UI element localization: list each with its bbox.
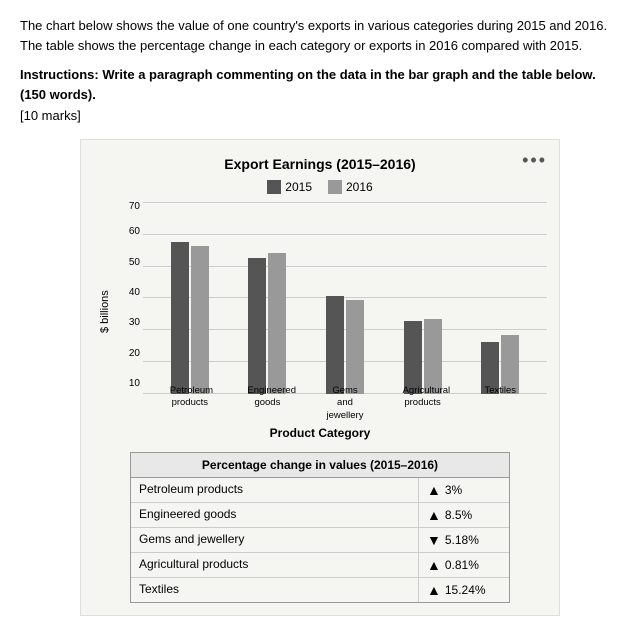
legend-box-2015: [267, 180, 281, 194]
value-gems: 5.18%: [445, 533, 479, 547]
arrow-up-textiles: ▲: [427, 582, 441, 598]
bar-group-gems: [326, 296, 364, 394]
table-row-petroleum: Petroleum products ▲ 3%: [131, 478, 509, 503]
table-cell-agricultural-value: ▲ 0.81%: [419, 553, 509, 577]
bar-gems-2015: [326, 296, 344, 394]
chart-area: $ billions 70 60 50 40 30 20 10: [93, 202, 547, 422]
table-cell-engineered-label: Engineered goods: [131, 503, 419, 527]
table-header: Percentage change in values (2015–2016): [131, 453, 509, 478]
y-tick-50: 50: [113, 258, 143, 268]
table-cell-gems-value: ▼ 5.18%: [419, 528, 509, 552]
x-label-engineered: Engineeredgoods: [247, 385, 287, 422]
instructions-text: Instructions: Write a paragraph commenti…: [20, 65, 620, 104]
value-petroleum: 3%: [445, 483, 462, 497]
legend: 2015 2016: [93, 180, 547, 194]
x-label-agricultural: Agriculturalproducts: [403, 385, 443, 422]
table-row-textiles: Textiles ▲ 15.24%: [131, 578, 509, 602]
legend-box-2016: [328, 180, 342, 194]
arrow-up-engineered: ▲: [427, 507, 441, 523]
table-row-engineered: Engineered goods ▲ 8.5%: [131, 503, 509, 528]
value-textiles: 15.24%: [445, 583, 486, 597]
y-tick-20: 20: [113, 349, 143, 359]
legend-label-2016: 2016: [346, 180, 373, 194]
x-label-petroleum: Petroleumproducts: [170, 385, 210, 422]
bar-group-engineered: [248, 253, 286, 394]
y-tick-60: 60: [113, 227, 143, 237]
legend-2015: 2015: [267, 180, 312, 194]
arrow-down-gems: ▼: [427, 532, 441, 548]
x-label-textiles: Textiles: [480, 385, 520, 422]
arrow-up-agricultural: ▲: [427, 557, 441, 573]
bars-area: [143, 202, 547, 394]
table-cell-agricultural-label: Agricultural products: [131, 553, 419, 577]
y-tick-30: 30: [113, 318, 143, 328]
arrow-up-petroleum: ▲: [427, 482, 441, 498]
chart-container: ••• Export Earnings (2015–2016) 2015 201…: [80, 139, 560, 616]
x-labels: Petroleumproducts Engineeredgoods Gems a…: [143, 385, 547, 422]
bar-petroleum-2016: [191, 246, 209, 394]
table-cell-textiles-value: ▲ 15.24%: [419, 578, 509, 602]
bar-group-agricultural: [404, 319, 442, 394]
bar-agricultural-2016: [424, 319, 442, 394]
table-cell-petroleum-label: Petroleum products: [131, 478, 419, 502]
legend-label-2015: 2015: [285, 180, 312, 194]
bar-group-petroleum: [171, 242, 209, 394]
value-agricultural: 0.81%: [445, 558, 479, 572]
table-cell-textiles-label: Textiles: [131, 578, 419, 602]
y-axis-ticks: 70 60 50 40 30 20 10: [113, 202, 143, 394]
legend-2016: 2016: [328, 180, 373, 194]
bar-gems-2016: [346, 300, 364, 394]
bar-engineered-2015: [248, 258, 266, 394]
y-tick-70: 70: [113, 202, 143, 212]
three-dots-icon[interactable]: •••: [522, 150, 547, 171]
y-tick-10: 10: [113, 379, 143, 389]
table-row-agricultural: Agricultural products ▲ 0.81%: [131, 553, 509, 578]
bar-petroleum-2015: [171, 242, 189, 394]
marks-text: [10 marks]: [20, 108, 620, 123]
bar-engineered-2016: [268, 253, 286, 394]
table-row-gems: Gems and jewellery ▼ 5.18%: [131, 528, 509, 553]
chart-title: Export Earnings (2015–2016): [93, 156, 547, 172]
table-cell-engineered-value: ▲ 8.5%: [419, 503, 509, 527]
description-text: The chart below shows the value of one c…: [20, 16, 620, 55]
x-axis-title: Product Category: [93, 426, 547, 440]
table-cell-petroleum-value: ▲ 3%: [419, 478, 509, 502]
x-label-gems: Gems andjewellery: [325, 385, 365, 422]
table-cell-gems-label: Gems and jewellery: [131, 528, 419, 552]
y-axis-label: $ billions: [93, 202, 113, 422]
bar-agricultural-2015: [404, 321, 422, 394]
y-tick-40: 40: [113, 288, 143, 298]
chart-plot: 70 60 50 40 30 20 10: [113, 202, 547, 422]
percentage-table: Percentage change in values (2015–2016) …: [130, 452, 510, 603]
value-engineered: 8.5%: [445, 508, 472, 522]
